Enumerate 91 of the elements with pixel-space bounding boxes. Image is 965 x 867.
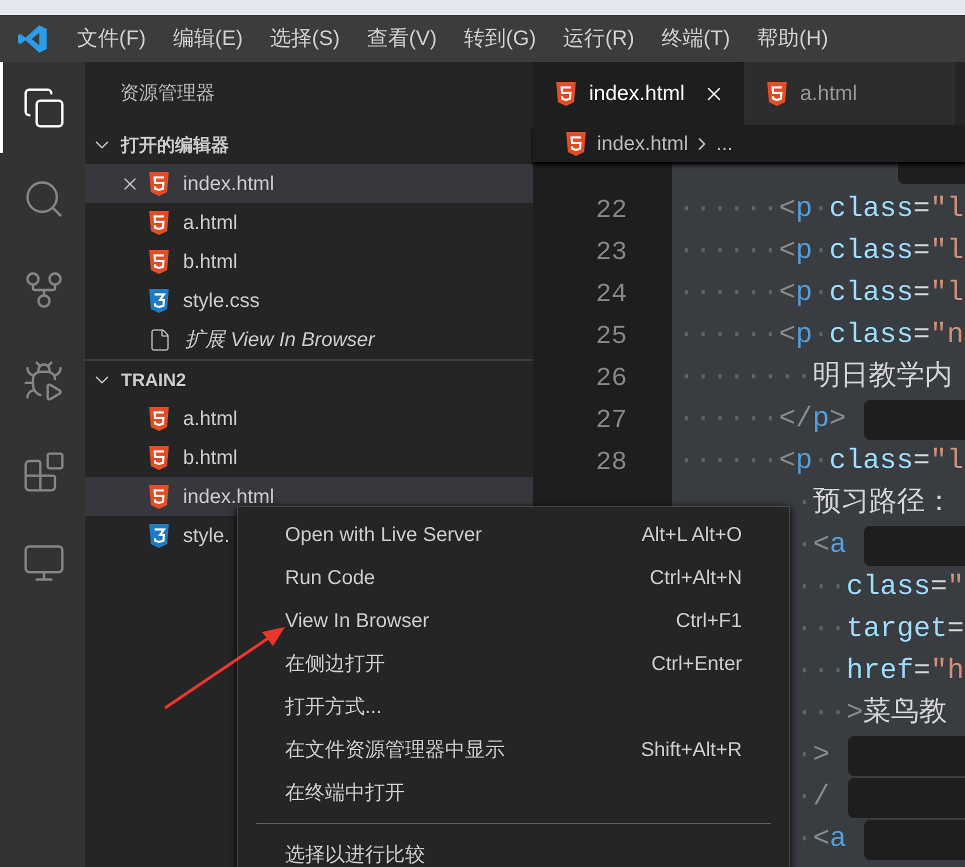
code-token: </ [778,403,812,437]
shortcut-label: Alt+L Alt+O [642,522,742,548]
tab-label: a.html [800,80,858,107]
code-token: < [812,529,830,563]
whitespace-dots: ······ [678,193,779,227]
code-token: > [846,697,864,731]
code-token: < [778,235,796,269]
code-token: " [947,571,964,605]
code-token: = [930,571,948,605]
file-name: b.html [183,446,238,470]
code-token: < [778,193,796,227]
whitespace-dots: · [812,445,830,479]
whitespace-dots: ··· [796,655,846,689]
code-token: = [913,319,930,353]
code-token: "h [930,655,964,689]
code-token: p [812,403,830,437]
whitespace-dots: · [796,487,813,521]
whitespace-dots: · [796,781,813,815]
code-token: p [796,193,812,227]
whitespace-dots: ······ [678,403,779,437]
file-name: a.html [183,210,238,236]
code-token: > [812,739,830,773]
code-token: = [913,235,930,269]
code-token: class [829,319,914,353]
code-token: p [796,235,812,269]
code-token: 明日教学内 [812,360,952,395]
whitespace-dots: · [796,739,813,773]
file-name: index.html [183,484,274,510]
code-token: class [829,193,914,227]
code-token: href [846,655,914,689]
whitespace-dots: ··· [796,613,846,647]
whitespace-dots: ······ [678,277,779,311]
whitespace-dots: ········ [678,361,812,395]
file-name: b.html [183,250,238,274]
code-token: 菜鸟教 [863,696,948,731]
file-name: style.css [183,288,260,314]
code-token: class [829,235,914,269]
code-token: = [913,277,930,311]
code-token: target [846,613,948,647]
shortcut-label: Ctrl+Enter [651,652,742,676]
shortcut-label: Ctrl+Alt+N [650,566,742,590]
whitespace-dots: · [796,823,813,857]
tab-label: index.html [589,80,685,107]
code-token: a [830,823,846,857]
whitespace-dots: ······ [678,235,779,269]
line-number: 28 [596,446,627,478]
sidebar-title: 资源管理器 [120,82,215,106]
code-token: "n [930,319,964,353]
whitespace-dots: ··· [796,697,846,731]
code-token: < [778,319,796,353]
line-number: 24 [596,278,627,310]
line-number: 22 [596,194,627,226]
code-token: "l [930,277,964,311]
line-number: 26 [596,362,627,394]
code-token: a [830,529,846,563]
shortcut-label: Ctrl+F1 [676,608,742,634]
file-name: a.html [183,406,238,432]
whitespace-dots: · [812,319,830,353]
whitespace-dots: · [796,529,813,563]
code-token: = [947,613,964,647]
code-token: < [812,823,830,857]
code-token: p [796,445,812,479]
code-token: = [913,445,930,479]
whitespace-dots: ··· [796,571,846,605]
shortcut-label: Shift+Alt+R [640,738,742,762]
whitespace-dots: ······ [678,319,779,353]
code-token: "l [930,193,964,227]
line-number: 27 [596,404,627,436]
line-number: 25 [596,320,627,352]
code-token: "l [930,235,964,269]
code-token: < [778,277,796,311]
whitespace-dots: · [812,277,830,311]
code-token: class [829,445,914,479]
code-token: = [914,655,930,689]
file-name: index.html [183,172,274,196]
code-token: < [778,445,796,479]
code-token: "l [930,445,964,479]
code-token: = [913,193,930,227]
whitespace-dots: · [812,193,830,227]
file-name: style. [183,524,230,548]
code-token: p [796,277,812,311]
code-token: / [812,781,830,815]
line-number: 23 [596,236,627,268]
code-token: 预习路径： [812,486,953,521]
code-token: class [829,277,914,311]
code-token: > [829,403,846,437]
whitespace-dots: · [812,235,830,269]
code-token: class [846,571,930,605]
code-token: p [796,319,812,353]
file-name: 扩展 View In Browser [185,328,375,352]
whitespace-dots: ······ [678,445,779,479]
